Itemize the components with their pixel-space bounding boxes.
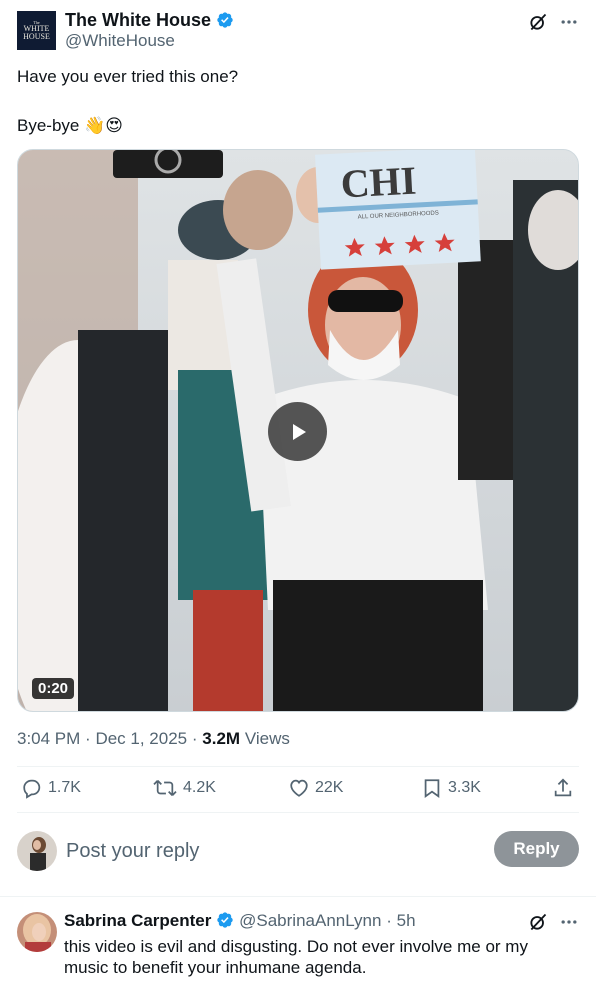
divider bbox=[17, 812, 579, 813]
reply-input[interactable]: Post your reply bbox=[66, 839, 199, 863]
reply-action[interactable]: 1.7K bbox=[21, 777, 81, 799]
like-icon bbox=[290, 779, 308, 797]
like-count: 22K bbox=[315, 779, 344, 796]
play-button[interactable] bbox=[268, 402, 327, 461]
tweet-date[interactable]: Dec 1, 2025 bbox=[95, 729, 187, 748]
tweet-text-line2: Bye-bye 👋😍 bbox=[17, 116, 123, 135]
divider bbox=[0, 896, 596, 897]
views-count: 3.2M bbox=[202, 729, 241, 748]
share-icon bbox=[554, 778, 572, 797]
share-button[interactable] bbox=[552, 777, 579, 799]
separator: · bbox=[85, 729, 91, 748]
author-name[interactable]: The White House bbox=[65, 10, 211, 30]
reply-header: Sabrina Carpenter @SabrinaAnnLynn · 5h bbox=[64, 911, 416, 931]
reply-count: 1.7K bbox=[48, 779, 81, 796]
reply-text: this video is evil and disgusting. Do no… bbox=[64, 937, 528, 977]
author-name-row[interactable]: The White House bbox=[65, 9, 234, 31]
views-label: Views bbox=[244, 729, 290, 748]
video-duration: 0:20 bbox=[32, 678, 75, 699]
reply-button[interactable]: Reply bbox=[494, 831, 579, 867]
white-house-avatar[interactable]: The WHITE HOUSE bbox=[17, 11, 56, 50]
more-icon[interactable] bbox=[558, 911, 580, 933]
reply-icon bbox=[23, 779, 41, 799]
repost-icon bbox=[153, 780, 177, 796]
repost-count: 4.2K bbox=[183, 779, 216, 796]
tweet-time[interactable]: 3:04 PM bbox=[17, 729, 80, 748]
separator: · bbox=[386, 911, 392, 930]
grok-icon[interactable] bbox=[527, 11, 549, 33]
reply-author-handle[interactable]: @SabrinaAnnLynn bbox=[239, 911, 381, 930]
tweet-metadata: 3:04 PM · Dec 1, 2025 · 3.2M Views bbox=[17, 729, 290, 749]
divider bbox=[17, 766, 579, 767]
reply-author-name[interactable]: Sabrina Carpenter bbox=[64, 911, 211, 930]
more-icon[interactable] bbox=[558, 11, 580, 33]
grok-icon[interactable] bbox=[527, 911, 549, 933]
current-user-avatar[interactable] bbox=[17, 831, 57, 871]
sign-text: CHI bbox=[340, 158, 418, 207]
tweet-text-line1: Have you ever tried this one? bbox=[17, 67, 239, 86]
bookmark-action[interactable]: 3.3K bbox=[421, 777, 481, 799]
verified-badge-icon bbox=[217, 12, 233, 28]
reply-time[interactable]: 5h bbox=[397, 911, 416, 930]
bookmark-icon bbox=[424, 779, 440, 798]
author-handle[interactable]: @WhiteHouse bbox=[65, 31, 175, 51]
play-icon bbox=[292, 423, 306, 440]
avatar-text-line2: HOUSE bbox=[23, 32, 50, 41]
like-action[interactable]: 22K bbox=[288, 777, 343, 799]
separator: · bbox=[191, 729, 198, 748]
repost-action[interactable]: 4.2K bbox=[152, 777, 216, 799]
bookmark-count: 3.3K bbox=[448, 779, 481, 796]
verified-badge-icon bbox=[217, 912, 234, 928]
reply-author-avatar[interactable] bbox=[17, 912, 57, 952]
